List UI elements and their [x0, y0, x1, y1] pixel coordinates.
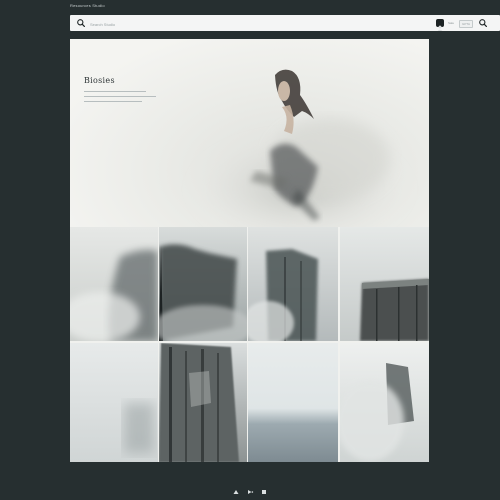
cliff-face-image	[248, 249, 318, 341]
tile-sea-horizon[interactable]	[248, 343, 338, 462]
tile-fog-ridge[interactable]	[70, 227, 158, 341]
dark-cliff-image	[159, 244, 247, 341]
fog-rock-image	[340, 363, 414, 461]
app-title: Resources Studio	[70, 3, 105, 8]
tile-rock-ledge[interactable]	[340, 227, 429, 341]
tile-fog-rock[interactable]	[340, 343, 429, 462]
search-input[interactable]	[88, 17, 422, 31]
tag-chip[interactable]: GPTA	[459, 20, 473, 28]
figure-in-fog	[190, 69, 410, 227]
avatar-icon	[437, 25, 443, 31]
search-bar[interactable]: Sale GPTA	[70, 15, 500, 31]
tile-rock-column[interactable]	[159, 343, 247, 462]
play-icon[interactable]	[246, 488, 254, 496]
mist-image	[124, 403, 154, 453]
tile-dark-cliff[interactable]	[159, 227, 247, 341]
avatar[interactable]	[436, 19, 444, 31]
artboard[interactable]: Biosies	[70, 39, 429, 462]
stop-icon[interactable]	[260, 488, 268, 496]
rock-ledge-image	[360, 279, 429, 341]
search-icon[interactable]	[76, 18, 86, 28]
search-submit-icon[interactable]	[478, 18, 488, 28]
fog-ridge-image	[70, 249, 158, 341]
playback-controls	[228, 488, 278, 498]
hero-image: Biosies	[70, 39, 429, 227]
count-label[interactable]: Sale	[448, 21, 454, 25]
tile-cliff-face[interactable]	[248, 227, 338, 341]
tile-mist[interactable]	[70, 343, 158, 462]
triangle-up-icon[interactable]	[232, 488, 240, 496]
rock-column-image	[159, 343, 239, 462]
